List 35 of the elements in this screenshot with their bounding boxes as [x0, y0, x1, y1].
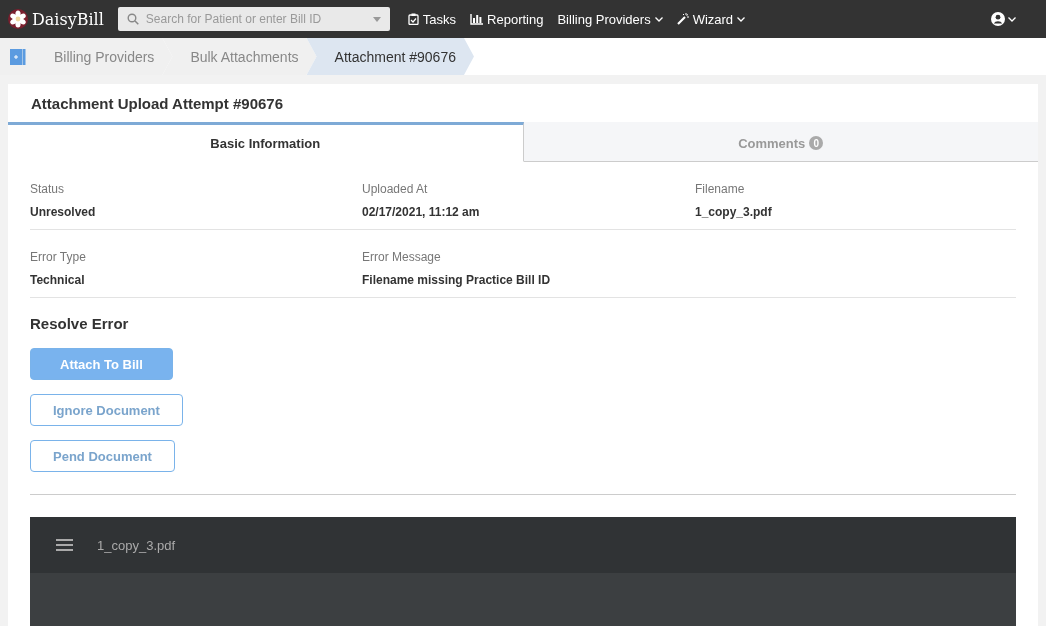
- caret-icon: [737, 16, 746, 22]
- field-label: Error Type: [30, 250, 87, 264]
- breadcrumb-link[interactable]: Attachment #90676: [306, 38, 474, 75]
- field-label: Status: [30, 182, 66, 196]
- notebook-icon[interactable]: [10, 47, 26, 66]
- brand-name[interactable]: DaisyBill: [32, 9, 104, 29]
- field-value: Unresolved: [30, 205, 97, 219]
- page-title: Attachment Upload Attempt #90676: [30, 94, 284, 114]
- search-icon: [126, 13, 139, 25]
- caret-icon: [1008, 16, 1016, 22]
- search-field[interactable]: Search for Patient or enter Bill ID: [117, 7, 390, 31]
- flower-logo-icon[interactable]: [8, 9, 28, 29]
- user-avatar-icon[interactable]: [991, 12, 1005, 26]
- caret-icon: [654, 16, 663, 22]
- tab-label[interactable]: Basic Information: [210, 135, 321, 151]
- section-heading: Resolve Error: [30, 315, 130, 332]
- nav-menu-item[interactable]: Tasks: [407, 11, 457, 27]
- nav-menu-item[interactable]: Billing Providers: [557, 11, 663, 27]
- field-value: 1_copy_3.pdf: [695, 205, 773, 219]
- nav-menu-item[interactable]: Wizard: [676, 11, 746, 27]
- clipboard-icon: [407, 13, 419, 25]
- field-value: Technical: [30, 273, 86, 287]
- count-badge: 0: [809, 136, 824, 150]
- field-value: Filename missing Practice Bill ID: [362, 273, 552, 287]
- field-label: Uploaded At: [362, 182, 429, 196]
- field-value: 02/17/2021, 11:12 am: [362, 205, 481, 219]
- dropdown-caret-icon: [372, 17, 381, 22]
- nav-menu-item[interactable]: Reporting: [470, 11, 544, 27]
- tab[interactable]: Basic Information: [8, 122, 524, 162]
- viewer-filename: 1_copy_3.pdf: [97, 537, 176, 553]
- field-label: Error Message: [362, 250, 442, 264]
- field-label: Filename: [695, 182, 746, 196]
- menu-icon[interactable]: [56, 539, 73, 551]
- magic-wand-icon: [676, 13, 689, 25]
- bar-chart-icon: [470, 13, 484, 25]
